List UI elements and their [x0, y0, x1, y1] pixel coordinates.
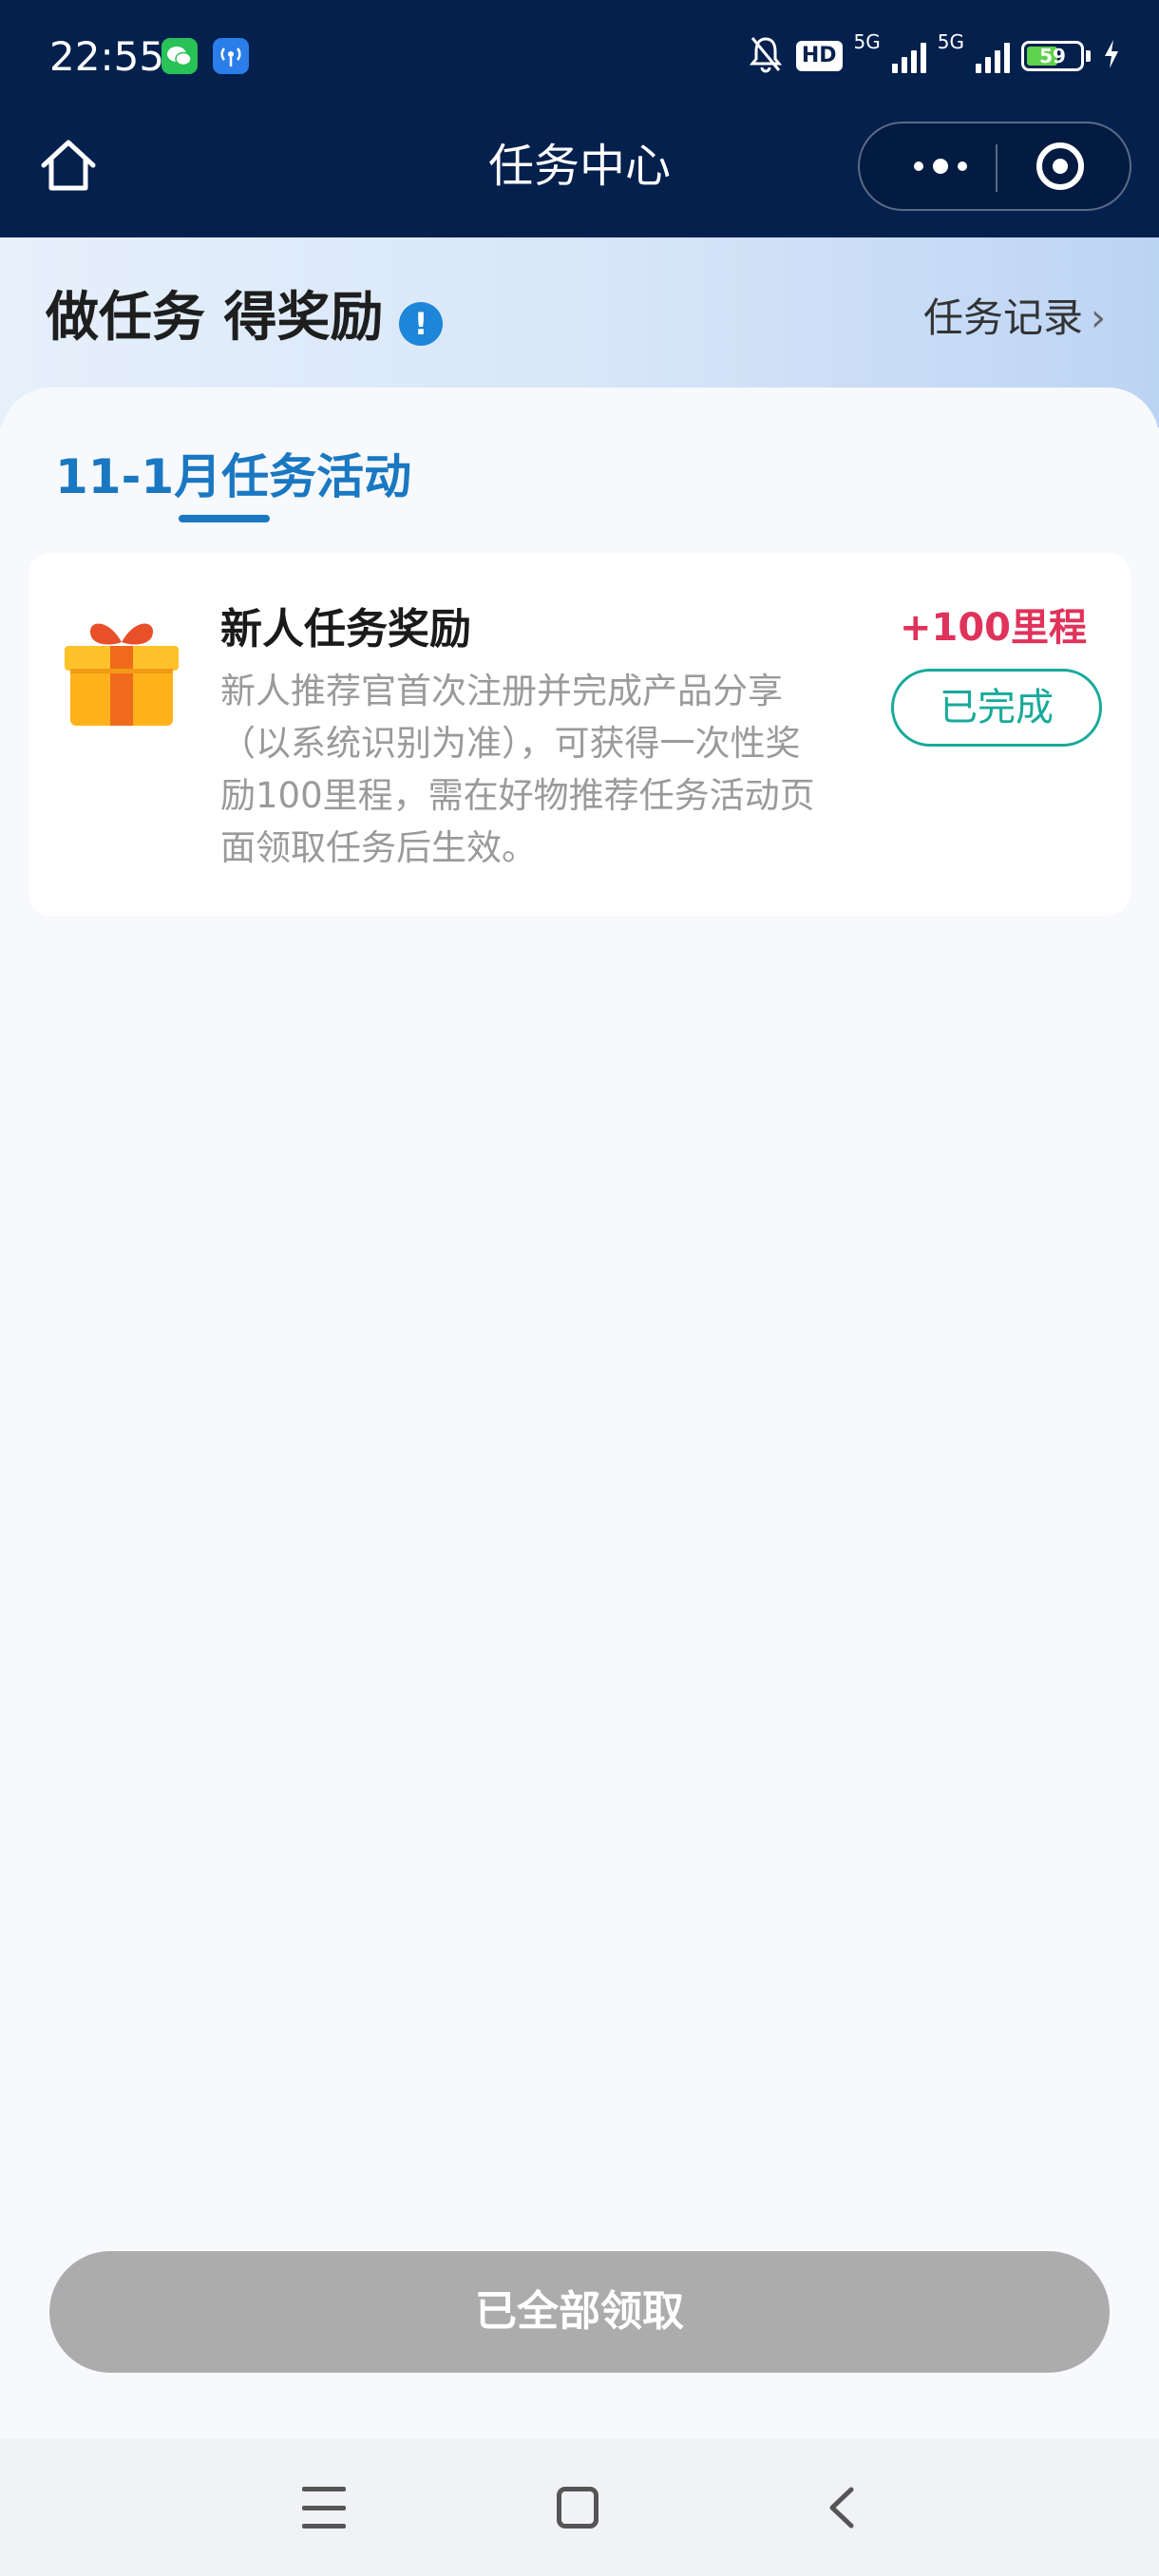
task-records-link[interactable]: 任务记录 ›: [923, 280, 1106, 356]
top-bar: 22:55 HD 5G 5G 59 任务中心: [0, 0, 1159, 237]
menu-icon[interactable]: [302, 2487, 346, 2529]
battery-icon: 59: [1021, 41, 1091, 71]
info-icon[interactable]: !: [399, 302, 443, 346]
target-icon[interactable]: [1036, 142, 1084, 190]
capsule-divider: [996, 144, 998, 192]
task-reward: +100里程: [899, 606, 1087, 650]
headline: 做任务 得奖励: [46, 287, 384, 349]
network-label-1: 5G: [853, 30, 881, 53]
home-square-icon[interactable]: [557, 2487, 598, 2529]
signal-icon: [891, 39, 926, 73]
status-time: 22:55: [49, 33, 165, 80]
charging-icon: [1102, 38, 1121, 74]
hotspot-icon: [213, 38, 249, 74]
chevron-right-icon: ›: [1091, 296, 1106, 340]
task-status-button[interactable]: 已完成: [891, 669, 1102, 747]
task-description: 新人推荐官首次注册并完成产品分享（以系统识别为准），可获得一次性奖励100里程，…: [220, 671, 815, 868]
wechat-icon: [162, 38, 198, 74]
network-label-2: 5G: [937, 30, 964, 53]
tab-task-activity[interactable]: 11-1月任务活动: [55, 439, 411, 515]
mini-program-capsule: [858, 122, 1131, 211]
claim-all-button[interactable]: 已全部领取: [49, 2251, 1110, 2373]
task-title: 新人任务奖励: [220, 605, 471, 653]
more-icon[interactable]: [898, 123, 983, 209]
battery-percent: 59: [1039, 45, 1066, 67]
status-icons: HD 5G 5G 59: [747, 27, 1121, 85]
signal-icon-2: [976, 39, 1010, 73]
tab-underline: [179, 515, 270, 522]
task-records-label: 任务记录: [922, 294, 1083, 341]
bell-muted-icon: [747, 34, 785, 78]
back-icon[interactable]: [819, 2484, 866, 2531]
gift-icon: [57, 604, 186, 733]
hd-badge: HD: [795, 41, 843, 71]
